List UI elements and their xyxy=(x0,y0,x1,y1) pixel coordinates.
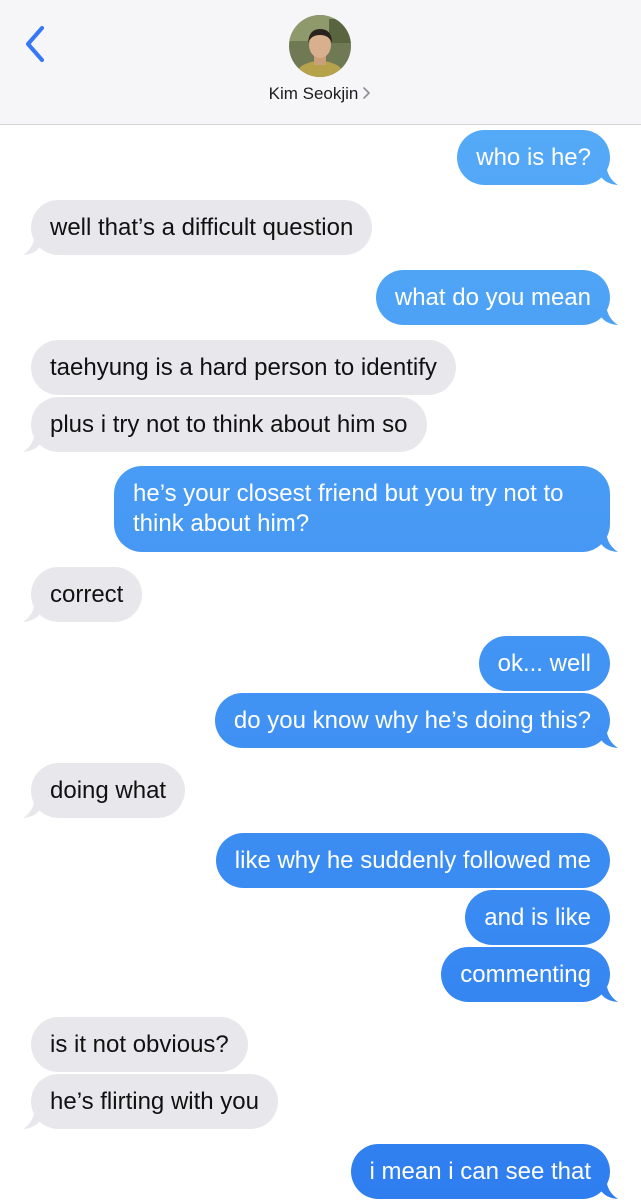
bubble-tail xyxy=(597,304,618,325)
message-text: commenting xyxy=(460,960,591,988)
bubble-tail xyxy=(597,981,618,1002)
back-button[interactable] xyxy=(18,20,62,68)
contact-avatar[interactable] xyxy=(289,15,351,77)
bubble-tail xyxy=(23,431,44,452)
bubble-tail xyxy=(23,1108,44,1129)
message-bubble-incoming[interactable]: doing what xyxy=(23,763,186,818)
message-text: what do you mean xyxy=(394,283,591,311)
message-bubble-outgoing[interactable]: like why he suddenly followed me xyxy=(215,833,610,888)
message-text: taehyung is a hard person to identify xyxy=(50,353,437,381)
message-bubble-incoming[interactable]: he’s flirting with you xyxy=(23,1074,278,1129)
message-text: plus i try not to think about him so xyxy=(50,410,408,438)
message-bubble-incoming[interactable]: correct xyxy=(23,567,143,622)
message-text: ok... well xyxy=(497,649,591,677)
message-bubble-outgoing[interactable]: ok... well xyxy=(478,636,610,691)
message-text: i mean i can see that xyxy=(369,1157,591,1185)
message-bubble-outgoing[interactable]: what do you mean xyxy=(375,270,618,325)
chevron-right-icon xyxy=(362,85,372,105)
message-bubble-outgoing[interactable]: i mean i can see that xyxy=(350,1144,618,1199)
message-bubble-outgoing[interactable]: he’s your closest friend but you try not… xyxy=(114,466,618,552)
message-bubble-outgoing[interactable]: who is he? xyxy=(457,130,618,185)
message-text: correct xyxy=(50,580,124,608)
contact-photo xyxy=(289,15,351,77)
bubble-tail xyxy=(23,797,44,818)
message-text: do you know why he’s doing this? xyxy=(233,706,591,734)
bubble-tail xyxy=(597,531,618,552)
message-text: doing what xyxy=(50,776,167,804)
message-bubble-incoming[interactable]: plus i try not to think about him so xyxy=(23,397,427,452)
conversation-header: Kim Seokjin xyxy=(0,0,641,125)
message-bubble-incoming[interactable]: taehyung is a hard person to identify xyxy=(31,340,456,395)
message-bubble-outgoing[interactable]: commenting xyxy=(441,947,618,1002)
contact-name: Kim Seokjin xyxy=(268,84,359,103)
bubble-tail xyxy=(23,601,44,622)
message-text: well that’s a difficult question xyxy=(50,213,354,241)
message-bubble-outgoing[interactable]: and is like xyxy=(465,890,610,945)
message-bubble-incoming[interactable]: well that’s a difficult question xyxy=(23,200,373,255)
message-text: and is like xyxy=(484,903,591,931)
message-text: he’s flirting with you xyxy=(50,1087,259,1115)
contact-details-link[interactable]: Kim Seokjin xyxy=(0,84,641,105)
message-text: who is he? xyxy=(476,143,591,171)
bubble-tail xyxy=(597,1178,618,1199)
bubble-tail xyxy=(597,164,618,185)
message-text: is it not obvious? xyxy=(50,1030,229,1058)
message-bubble-incoming[interactable]: is it not obvious? xyxy=(31,1017,248,1072)
bubble-tail xyxy=(23,234,44,255)
message-bubble-outgoing[interactable]: do you know why he’s doing this? xyxy=(214,693,618,748)
message-thread: who is he? well that’s a difficult quest… xyxy=(0,125,641,1200)
message-text: like why he suddenly followed me xyxy=(234,846,591,874)
chevron-left-icon xyxy=(26,26,44,62)
bubble-tail xyxy=(597,727,618,748)
message-text: he’s your closest friend but you try not… xyxy=(133,480,564,537)
